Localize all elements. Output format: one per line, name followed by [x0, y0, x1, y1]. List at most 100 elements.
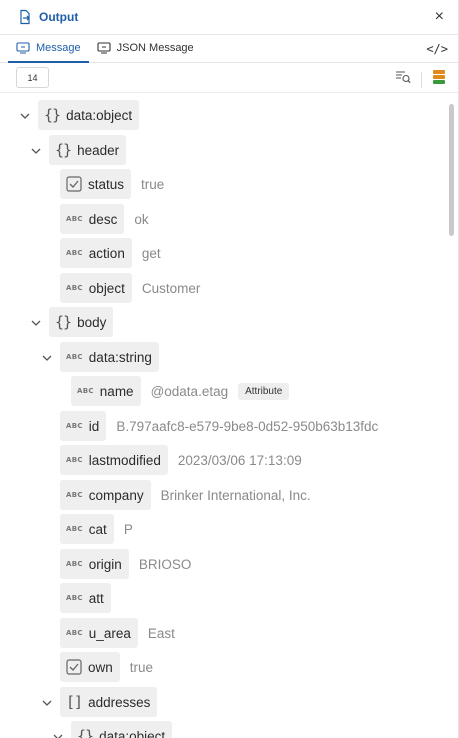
node-value: ok — [134, 211, 149, 227]
attribute-badge: Attribute — [238, 382, 290, 400]
tab-message[interactable]: Message — [8, 34, 89, 63]
chevron-down-icon[interactable] — [51, 730, 65, 738]
node-pill: ABC id — [60, 411, 107, 441]
node-value: P — [123, 521, 133, 537]
node-key: object — [88, 280, 125, 296]
close-icon[interactable]: × — [435, 9, 444, 25]
node-pill: {} body — [49, 307, 114, 337]
tree-node-header[interactable]: {} header — [49, 135, 127, 165]
node-pill: ABC desc — [60, 204, 125, 234]
output-panel: Output × Message JSON Message </> 14 {} … — [0, 0, 459, 738]
node-value: East — [147, 625, 175, 641]
node-pill: ABC object — [60, 273, 132, 303]
json-message-icon — [97, 42, 111, 54]
tree-node-u-area[interactable]: ABC u_area East — [60, 618, 175, 648]
message-icon — [16, 42, 30, 54]
node-pill: own — [60, 652, 120, 682]
chevron-down-icon[interactable] — [29, 144, 43, 158]
node-key: name — [99, 383, 134, 399]
node-key: status — [88, 176, 125, 192]
node-pill: ABC lastmodified — [60, 445, 168, 475]
node-value: get — [141, 245, 161, 261]
node-pill: ABC origin — [60, 549, 129, 579]
tree-node-address-object[interactable]: {} data:object — [71, 721, 173, 738]
tree-node-data-string[interactable]: ABC data:string — [60, 342, 159, 372]
node-pill: ABC u_area — [60, 618, 138, 648]
tab-json-message[interactable]: JSON Message — [89, 34, 202, 62]
chevron-down-icon[interactable] — [29, 316, 43, 330]
node-key: addresses — [88, 694, 151, 710]
node-pill: ABC data:string — [60, 342, 159, 372]
toolbar: 14 — [0, 63, 458, 93]
string-type-icon: ABC — [66, 215, 83, 223]
node-pill: ABC cat — [60, 514, 114, 544]
node-value: true — [129, 659, 154, 675]
object-icon: {} — [55, 141, 72, 159]
chevron-down-icon[interactable] — [18, 109, 32, 123]
tree-node-body[interactable]: {} body — [49, 307, 114, 337]
tree-node-lastmodified[interactable]: ABC lastmodified 2023/03/06 17:13:09 — [60, 445, 302, 475]
tree-node-id[interactable]: ABC id B.797aafc8-e579-9be8-0d52-950b63b… — [60, 411, 378, 441]
tree-node-addresses[interactable]: [] addresses — [60, 687, 158, 717]
node-value: B.797aafc8-e579-9be8-0d52-950b63b13fdc — [116, 418, 379, 434]
node-pill: {} data:object — [38, 100, 140, 130]
node-key: body — [77, 314, 107, 330]
output-icon — [17, 9, 33, 25]
string-type-icon: ABC — [66, 353, 83, 361]
tree-node-origin[interactable]: ABC origin BRIOSO — [60, 549, 191, 579]
object-icon: {} — [77, 727, 94, 738]
tree-node-root[interactable]: {} data:object — [38, 100, 140, 130]
node-pill: ABC att — [60, 583, 111, 613]
string-type-icon: ABC — [66, 422, 83, 430]
tree-node-att[interactable]: ABC att — [60, 583, 111, 613]
panel-title: Output — [39, 10, 79, 24]
node-value: true — [141, 176, 165, 192]
node-pill: status — [60, 169, 132, 199]
scrollbar-thumb[interactable] — [449, 104, 454, 236]
code-view-icon[interactable]: </> — [426, 42, 448, 56]
node-key: company — [88, 487, 144, 503]
tab-bar: Message JSON Message </> — [0, 35, 458, 63]
string-type-icon: ABC — [66, 284, 83, 292]
node-value: 2023/03/06 17:13:09 — [177, 452, 302, 468]
string-type-icon: ABC — [66, 525, 83, 533]
node-key: lastmodified — [88, 452, 161, 468]
node-key: desc — [88, 211, 118, 227]
node-key: cat — [88, 521, 107, 537]
tree-node-desc[interactable]: ABC desc ok — [60, 204, 149, 234]
node-pill: ABC name — [71, 376, 141, 406]
node-key: origin — [88, 556, 122, 572]
checkbox-icon — [66, 659, 82, 675]
array-icon: [] — [66, 693, 83, 711]
object-icon: {} — [44, 106, 61, 124]
panel-header: Output × — [0, 0, 458, 35]
node-key: id — [88, 418, 100, 434]
node-key: att — [88, 590, 104, 606]
layers-icon[interactable] — [432, 69, 446, 90]
checkbox-icon — [66, 176, 82, 192]
search-filter-icon[interactable] — [395, 70, 411, 89]
tab-message-label: Message — [36, 42, 81, 54]
node-key: data:object — [66, 107, 133, 123]
tree-node-company[interactable]: ABC company Brinker International, Inc. — [60, 480, 311, 510]
tree-node-name[interactable]: ABC name @odata.etag Attribute — [71, 376, 290, 406]
node-value: Brinker International, Inc. — [160, 487, 311, 503]
chevron-down-icon[interactable] — [40, 696, 54, 710]
node-value: Customer — [141, 280, 201, 296]
tree-node-own[interactable]: own true — [60, 652, 153, 682]
toolbar-divider — [421, 71, 422, 88]
depth-input[interactable]: 14 — [16, 67, 49, 88]
tree-node-action[interactable]: ABC action get — [60, 238, 161, 268]
node-key: action — [88, 245, 125, 261]
string-type-icon: ABC — [66, 560, 83, 568]
tree-node-status[interactable]: status true — [60, 169, 164, 199]
node-key: header — [77, 142, 120, 158]
node-pill: {} data:object — [71, 721, 173, 738]
chevron-down-icon[interactable] — [40, 351, 54, 365]
tree-node-object[interactable]: ABC object Customer — [60, 273, 200, 303]
tab-json-message-label: JSON Message — [116, 42, 194, 54]
node-key: data:string — [88, 349, 152, 365]
node-key: own — [88, 659, 113, 675]
string-type-icon: ABC — [66, 629, 83, 637]
tree-node-cat[interactable]: ABC cat P — [60, 514, 133, 544]
